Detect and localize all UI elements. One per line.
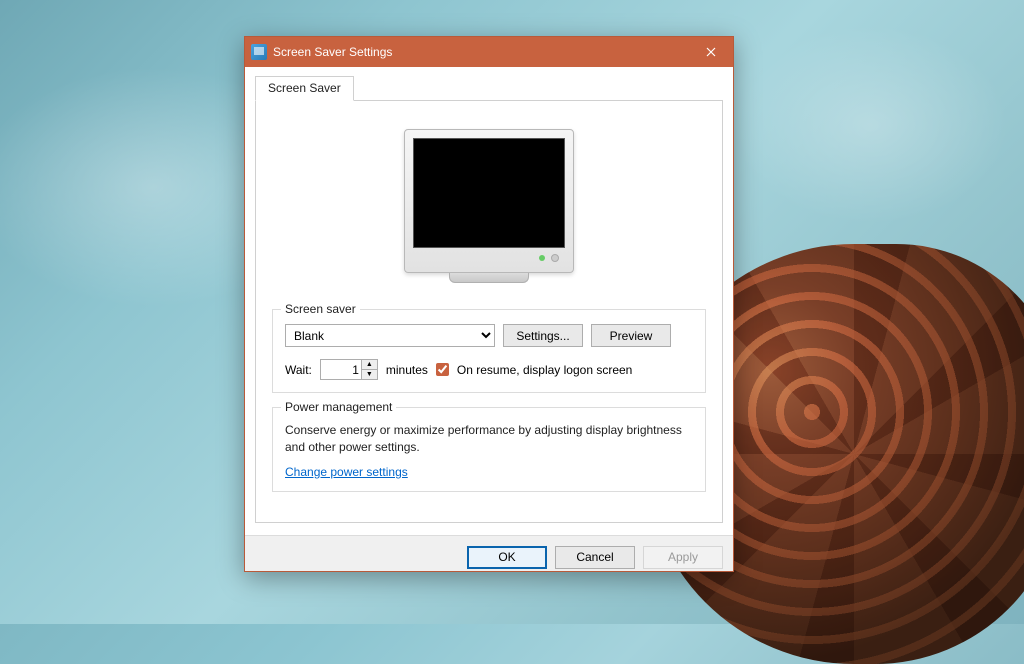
dialog-buttons: OK Cancel Apply <box>245 535 733 571</box>
cancel-button[interactable]: Cancel <box>555 546 635 569</box>
spinner-down-icon[interactable]: ▼ <box>362 370 377 379</box>
resume-checkbox[interactable] <box>436 363 449 376</box>
spinner-up-icon[interactable]: ▲ <box>362 360 377 370</box>
screensaver-group-label: Screen saver <box>281 302 360 316</box>
monitor-preview <box>404 129 574 273</box>
tab-page: Screen saver Blank Settings... Preview W… <box>255 101 723 523</box>
screen-saver-settings-dialog: Screen Saver Settings Screen Saver <box>244 36 734 572</box>
change-power-settings-link[interactable]: Change power settings <box>285 465 408 479</box>
app-icon <box>251 44 267 60</box>
apply-button: Apply <box>643 546 723 569</box>
preview-area <box>272 129 706 283</box>
screensaver-group: Screen saver Blank Settings... Preview W… <box>272 309 706 393</box>
close-icon <box>706 47 716 57</box>
window-title: Screen Saver Settings <box>273 45 688 59</box>
screensaver-combo[interactable]: Blank <box>285 324 495 347</box>
power-group-label: Power management <box>281 400 396 414</box>
titlebar[interactable]: Screen Saver Settings <box>245 37 733 67</box>
wait-unit-label: minutes <box>386 363 428 377</box>
resume-label: On resume, display logon screen <box>457 363 632 377</box>
wait-spinner[interactable]: ▲ ▼ <box>362 359 378 380</box>
monitor-button-icon <box>551 254 559 262</box>
tabstrip: Screen Saver <box>255 75 723 101</box>
monitor-stand <box>449 273 529 283</box>
monitor-screen <box>413 138 565 248</box>
tab-screen-saver[interactable]: Screen Saver <box>255 76 354 101</box>
power-led-icon <box>539 255 545 261</box>
wait-input[interactable] <box>320 359 362 380</box>
power-group: Power management Conserve energy or maxi… <box>272 407 706 492</box>
settings-button[interactable]: Settings... <box>503 324 583 347</box>
ok-button[interactable]: OK <box>467 546 547 569</box>
wait-label: Wait: <box>285 363 312 377</box>
monitor-bezel <box>413 248 565 268</box>
power-description: Conserve energy or maximize performance … <box>285 422 693 457</box>
preview-button[interactable]: Preview <box>591 324 671 347</box>
close-button[interactable] <box>688 37 733 67</box>
